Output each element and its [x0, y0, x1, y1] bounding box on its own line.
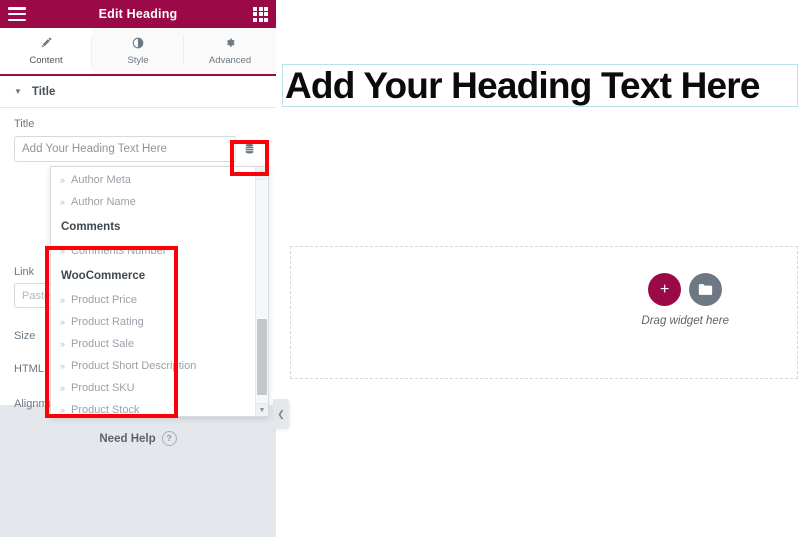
- need-help-label: Need Help: [99, 432, 156, 445]
- scroll-up-arrow-icon[interactable]: ▲: [256, 167, 268, 180]
- scrollbar-thumb[interactable]: [257, 319, 267, 395]
- caret-down-icon: ▼: [14, 86, 22, 96]
- contrast-circle-icon: [132, 37, 144, 51]
- dropdown-item-author-meta[interactable]: Author Meta: [51, 169, 256, 191]
- panel-tabs: Content Style Advanced: [0, 28, 276, 76]
- panel-header: Edit Heading: [0, 0, 276, 28]
- title-field-label: Title: [14, 118, 35, 130]
- folder-icon: [699, 284, 713, 295]
- dropdown-scroll-area: Author Meta Author Name Comments Comment…: [51, 167, 256, 416]
- dynamic-tags-dropdown[interactable]: Author Meta Author Name Comments Comment…: [50, 166, 269, 417]
- chevron-left-icon: ❮: [277, 408, 285, 419]
- dropdown-item-author-name[interactable]: Author Name: [51, 191, 256, 213]
- html-tag-field: HTML: [14, 363, 44, 375]
- tab-style-label: Style: [127, 54, 149, 66]
- widgets-grid-icon[interactable]: [253, 6, 268, 22]
- dropdown-item-comments-number[interactable]: Comments Number: [51, 240, 256, 262]
- dropdown-item-product-price[interactable]: Product Price: [51, 289, 256, 311]
- dropdown-item-product-stock[interactable]: Product Stock: [51, 399, 256, 416]
- dropdown-item-product-rating[interactable]: Product Rating: [51, 311, 256, 333]
- elementor-editor-screen: Edit Heading Content Style Advanced ▼ Ti…: [0, 0, 800, 537]
- size-field: Size: [14, 330, 35, 342]
- size-field-label: Size: [14, 330, 36, 342]
- dropzone-content: + Drag widget here: [641, 273, 729, 327]
- widget-dropzone[interactable]: + Drag widget here: [290, 246, 798, 379]
- panel-collapse-handle[interactable]: ❮: [273, 399, 289, 429]
- dropdown-group-comments: Comments Comments Number: [51, 213, 256, 262]
- html-field-label: HTML: [14, 363, 44, 375]
- section-title-label: Title: [31, 85, 56, 98]
- title-input-wrapper: Add Your Heading Text Here: [14, 136, 262, 162]
- dropdown-item-product-sku[interactable]: Product SKU: [51, 377, 256, 399]
- panel-title: Edit Heading: [98, 7, 178, 21]
- tab-style[interactable]: Style: [92, 28, 184, 74]
- pencil-icon: [40, 37, 52, 51]
- database-icon: [245, 143, 253, 154]
- plus-icon: +: [660, 280, 670, 298]
- dropdown-group-label-comments: Comments: [61, 221, 121, 233]
- dropzone-label: Drag widget here: [641, 315, 729, 327]
- dropdown-list: Author Meta Author Name Comments Comment…: [51, 167, 256, 416]
- gear-icon: [224, 37, 236, 51]
- question-circle-icon: ?: [161, 431, 177, 446]
- dynamic-tags-button[interactable]: [235, 136, 262, 162]
- tab-advanced[interactable]: Advanced: [184, 28, 276, 74]
- title-input[interactable]: Add Your Heading Text Here: [14, 136, 262, 162]
- dropzone-buttons: +: [641, 273, 729, 306]
- tab-content[interactable]: Content: [0, 28, 92, 76]
- dropdown-scrollbar[interactable]: ▲ ▼: [255, 167, 268, 416]
- scroll-down-arrow-icon[interactable]: ▼: [256, 403, 268, 416]
- dropdown-group-woocommerce: WooCommerce Product Price Product Rating…: [51, 262, 256, 416]
- add-template-button[interactable]: [689, 273, 723, 306]
- heading-widget[interactable]: Add Your Heading Text Here: [282, 64, 798, 108]
- add-widget-button[interactable]: +: [648, 273, 682, 306]
- dropdown-item-product-short-description[interactable]: Product Short Description: [51, 355, 256, 377]
- section-title-header[interactable]: ▼ Title: [0, 76, 276, 108]
- tab-content-label: Content: [29, 54, 63, 66]
- tab-advanced-label: Advanced: [208, 54, 252, 66]
- dropdown-group-author: Author Meta Author Name: [51, 169, 256, 213]
- preview-canvas: Add Your Heading Text Here + Drag widget…: [276, 0, 800, 537]
- hamburger-menu-icon[interactable]: [8, 7, 26, 21]
- dropdown-item-product-sale[interactable]: Product Sale: [51, 333, 256, 355]
- need-help-link[interactable]: Need Help ?: [0, 431, 276, 446]
- dropdown-group-label-woocommerce: WooCommerce: [61, 270, 146, 282]
- heading-widget-text: Add Your Heading Text Here: [285, 65, 760, 106]
